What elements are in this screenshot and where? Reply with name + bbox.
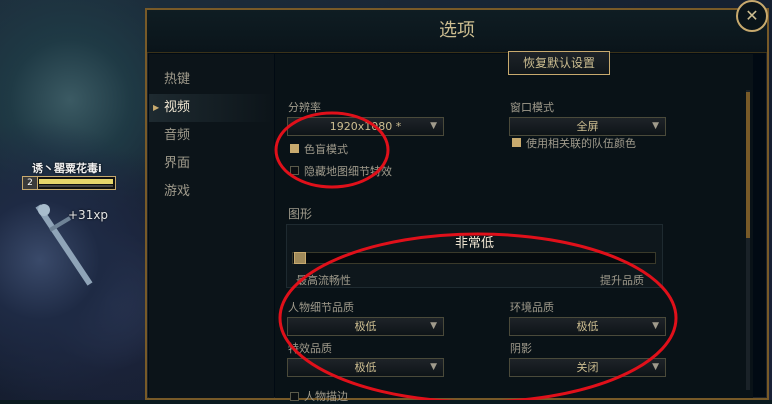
shadows-value: 关闭 — [576, 361, 599, 374]
shadows-label: 阴影 — [510, 342, 532, 355]
sidebar-item-video[interactable]: ▶ 视频 — [149, 94, 274, 122]
chevron-down-icon: ▼ — [430, 121, 437, 131]
character-inking-label: 人物描边 — [304, 390, 348, 403]
champion-level: 2 — [23, 177, 38, 189]
effects-quality-label: 特效品质 — [288, 342, 332, 355]
champion-name: 诱丶罂粟花毒i — [32, 162, 102, 175]
window-title: 选项 — [147, 10, 767, 53]
mana-fill — [39, 185, 113, 187]
slider-max-label: 提升品质 — [600, 274, 644, 287]
effects-quality-dropdown[interactable]: 极低 ▼ — [287, 358, 444, 377]
resolution-label: 分辨率 — [288, 101, 321, 114]
effects-quality-value: 极低 — [354, 361, 377, 374]
chevron-down-icon: ▼ — [652, 121, 659, 131]
options-sidebar: 热键 ▶ 视频 音频 界面 游戏 — [149, 54, 274, 398]
character-quality-dropdown[interactable]: 极低 ▼ — [287, 317, 444, 336]
sidebar-item-label: 音频 — [164, 128, 191, 143]
close-icon: ✕ — [745, 6, 759, 25]
xp-gain-text: +31xp — [68, 208, 109, 222]
graphics-section-title: 图形 — [288, 207, 313, 221]
colorblind-checkbox[interactable] — [290, 144, 299, 153]
character-quality-value: 极低 — [354, 320, 377, 333]
scrollbar-thumb[interactable] — [746, 92, 750, 238]
hide-eye-candy-label: 隐藏地图细节特效 — [304, 165, 392, 178]
character-quality-label: 人物细节品质 — [288, 301, 354, 314]
colorblind-label: 色盲模式 — [304, 143, 348, 156]
sidebar-item-label: 界面 — [164, 156, 191, 171]
close-button[interactable]: ✕ — [736, 0, 768, 32]
options-window: 选项 热键 ▶ 视频 音频 界面 游戏 — [145, 8, 769, 400]
active-arrow-icon: ▶ — [153, 103, 160, 112]
health-fill — [39, 179, 113, 184]
sidebar-item-hotkeys[interactable]: 热键 — [149, 66, 274, 94]
team-colors-checkbox[interactable] — [512, 138, 521, 147]
team-colors-label: 使用相关联的队伍颜色 — [526, 137, 636, 150]
chevron-down-icon: ▼ — [652, 321, 659, 331]
sidebar-item-interface[interactable]: 界面 — [149, 150, 274, 178]
chevron-down-icon: ▼ — [430, 321, 437, 331]
sidebar-item-game[interactable]: 游戏 — [149, 178, 274, 206]
window-mode-dropdown[interactable]: 全屏 ▼ — [509, 117, 666, 136]
chevron-down-icon: ▼ — [430, 362, 437, 372]
window-mode-label: 窗口模式 — [510, 101, 554, 114]
sidebar-item-audio[interactable]: 音频 — [149, 122, 274, 150]
sidebar-item-label: 热键 — [164, 72, 191, 87]
sidebar-item-label: 视频 — [164, 100, 191, 115]
graphics-slider[interactable] — [292, 252, 656, 264]
chevron-down-icon: ▼ — [652, 362, 659, 372]
champion-health-bar: 2 — [22, 176, 116, 190]
graphics-slider-handle[interactable] — [294, 252, 306, 264]
environment-quality-value: 极低 — [576, 320, 599, 333]
restore-defaults-button[interactable]: 恢复默认设置 — [508, 51, 610, 75]
environment-quality-dropdown[interactable]: 极低 ▼ — [509, 317, 666, 336]
resolution-value: 1920x1080 * — [329, 120, 402, 133]
environment-quality-label: 环境品质 — [510, 301, 554, 314]
resolution-dropdown[interactable]: 1920x1080 * ▼ — [287, 117, 444, 136]
shadows-dropdown[interactable]: 关闭 ▼ — [509, 358, 666, 377]
sidebar-item-label: 游戏 — [164, 184, 191, 199]
graphics-level: 非常低 — [454, 236, 494, 251]
slider-min-label: 最高流畅性 — [296, 274, 351, 287]
hide-eye-candy-checkbox[interactable] — [290, 166, 299, 175]
window-mode-value: 全屏 — [576, 120, 599, 133]
